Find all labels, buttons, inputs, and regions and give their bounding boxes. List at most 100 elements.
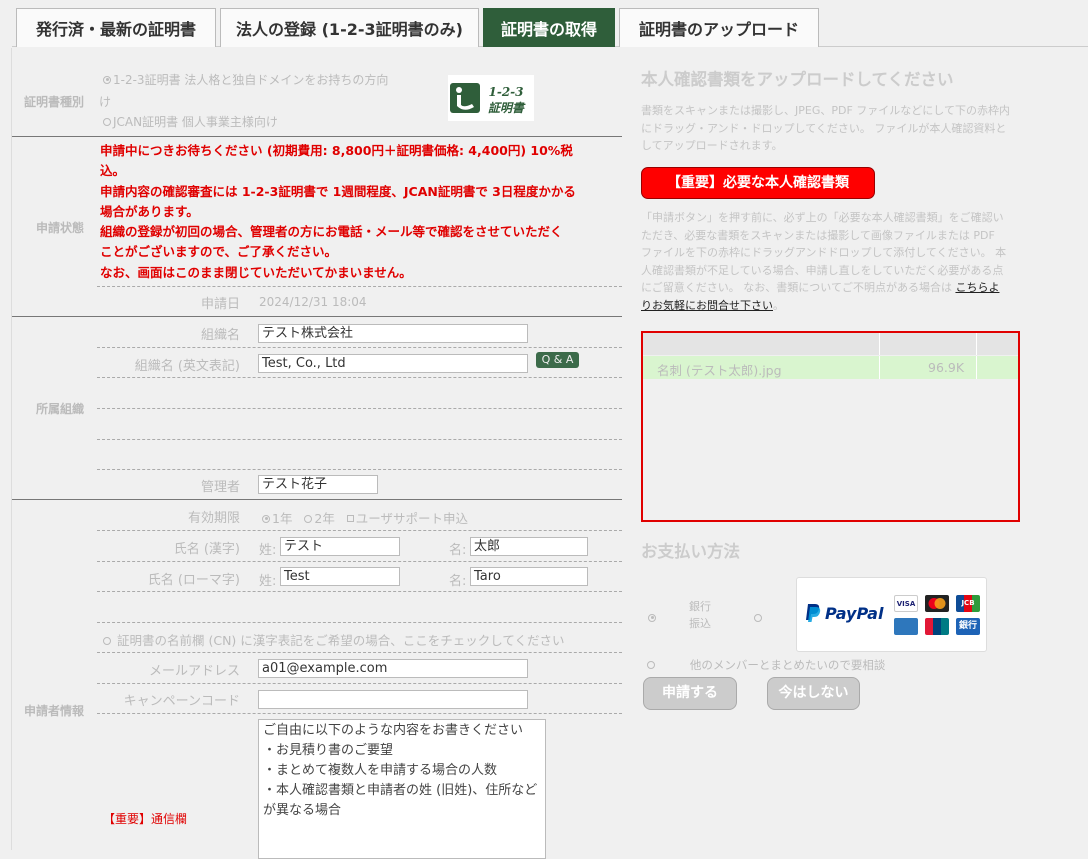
- separator: [97, 683, 622, 684]
- separator: [12, 499, 622, 500]
- mastercard-logo-icon: [928, 598, 946, 609]
- org-name-en-label: 組織名 (英文表記): [134, 359, 240, 374]
- consult-option[interactable]: 他のメンバーとまとめたいので要相談: [647, 657, 885, 673]
- tab-issued-certificates[interactable]: 発行済・最新の証明書: [16, 8, 216, 47]
- separator: [97, 530, 622, 531]
- separator: [97, 652, 622, 653]
- admin-field[interactable]: テスト花子: [258, 475, 378, 494]
- apply-button[interactable]: 申請する: [643, 677, 737, 710]
- upload-note: 「申請ボタン」を押す前に、必ず上の「必要な本人確認書類」をご確認い ただき、必要…: [641, 209, 1026, 314]
- tab-corporate-registration[interactable]: 法人の登録 (1-2-3証明書のみ): [220, 8, 479, 47]
- upload-desc-line: してアップロードされます。: [641, 139, 783, 152]
- sei-roman-field[interactable]: Test: [280, 567, 400, 586]
- not-now-button[interactable]: 今はしない: [767, 677, 860, 710]
- upload-note-line: にご留意ください。 なお、書類についてご不明点がある場合は こちらよ: [641, 279, 1026, 297]
- status-line: 申請中につきお待ちください (初期費用: 8,800円＋証明書価格: 4,400…: [100, 143, 573, 158]
- consult-option-label: 他のメンバーとまとめたいので要相談: [689, 658, 886, 672]
- amex-icon: [894, 618, 918, 635]
- radio-consult[interactable]: [647, 660, 655, 669]
- cert-type-option-jcan-label: JCAN証明書 個人事業主様向け: [113, 115, 278, 129]
- bank-label-line: 振込: [689, 617, 711, 630]
- email-field[interactable]: a01@example.com: [258, 659, 528, 678]
- org-name-en-field[interactable]: Test, Co., Ltd: [258, 354, 528, 373]
- mei-roman-label: 名:: [449, 574, 467, 589]
- name-roman-label: 氏名 (ローマ字): [147, 573, 240, 588]
- user-support-option[interactable]: ユーザサポート申込: [346, 511, 468, 526]
- separator: [97, 561, 622, 562]
- logo-text-123: 1-2-3: [488, 85, 523, 99]
- upload-description: 書類をスキャンまたは撮影し、JPEG、PDF ファイルなどにして下の赤枠内 にド…: [641, 102, 1021, 155]
- notes-textarea[interactable]: ご自由に以下のような内容をお書きください ・お見積り書のご要望 ・まとめて複数人…: [258, 719, 546, 859]
- validity-1year[interactable]: 1年: [262, 511, 292, 526]
- column-divider: [976, 356, 977, 379]
- paypal-radio[interactable]: [754, 611, 764, 625]
- mei-kanji-field[interactable]: 太郎: [470, 537, 588, 556]
- left-margin-strip: [0, 48, 12, 850]
- bank-transfer-radio[interactable]: [648, 611, 658, 625]
- paypal-option[interactable]: PayPal VISA JCB 銀行: [796, 577, 987, 652]
- separator: [97, 286, 622, 287]
- contact-link-cont[interactable]: りお気軽にお問合せ下さい: [641, 299, 773, 312]
- apply-date-value: 2024/12/31 18:04: [259, 295, 367, 309]
- file-size: 96.9K: [928, 360, 965, 375]
- upload-note-line: ただき、必要な書類をスキャンまたは撮影して画像ファイルまたは PDF: [641, 228, 995, 242]
- status-line: 組織の登録が初回の場合、管理者の方にお電話・メール等で確認をさせていただく: [100, 224, 563, 240]
- upload-heading: 本人確認書類をアップロードしてください: [641, 70, 954, 89]
- contact-link[interactable]: こちらよ: [955, 281, 999, 294]
- cert-type-option-jcan[interactable]: JCAN証明書 個人事業主様向け: [103, 113, 278, 130]
- separator: [97, 439, 622, 440]
- jcb-icon: JCB: [956, 595, 980, 612]
- radio-paypal[interactable]: [754, 613, 762, 622]
- separator: [97, 622, 622, 623]
- cert-type-option-123[interactable]: 1-2-3証明書 法人格と独自ドメインをお持ちの方向: [103, 71, 388, 88]
- validity-2year[interactable]: 2年: [304, 511, 335, 526]
- validity-2year-label: 2年: [314, 511, 335, 526]
- 123-cert-logo: 1-2-3 証明書: [448, 75, 534, 121]
- org-name-label: 組織名: [200, 328, 240, 343]
- separator: [97, 408, 622, 409]
- column-divider: [879, 356, 880, 379]
- separator: [97, 713, 622, 714]
- file-table-header: [643, 333, 1018, 355]
- file-row[interactable]: 名刺 (テスト太郎).jpg 96.9K: [643, 356, 1018, 379]
- radio-2year[interactable]: [304, 514, 313, 523]
- separator: [97, 377, 622, 378]
- separator: [97, 469, 622, 470]
- user-support-checkbox[interactable]: [346, 515, 354, 522]
- admin-label: 管理者: [200, 480, 240, 495]
- sei-kanji-label: 姓:: [259, 543, 277, 558]
- logo-text-cert: 証明書: [488, 101, 526, 115]
- radio-1year[interactable]: [262, 514, 270, 523]
- cert-type-label: 証明書種別: [24, 95, 85, 109]
- sei-kanji-field[interactable]: テスト: [280, 537, 400, 556]
- tab-get-certificate[interactable]: 証明書の取得: [483, 8, 615, 47]
- cert-type-option-123-label: 1-2-3証明書 法人格と独自ドメインをお持ちの方向: [113, 73, 389, 87]
- 123-cert-logo-icon: 1-2-3 証明書: [450, 83, 526, 115]
- cn-kanji-option[interactable]: 証明書の名前欄 (CN) に漢字表記をご希望の場合、ここをチェックしてください: [103, 630, 565, 649]
- upload-note-line: ファイルを下の赤枠にドラッグアンドドロップして添付してください。 本: [641, 246, 1007, 259]
- tab-upload-certificate[interactable]: 証明書のアップロード: [619, 8, 819, 47]
- status-label: 申請状態: [36, 221, 85, 235]
- radio-123-cert[interactable]: [103, 75, 111, 84]
- status-line: 込。: [100, 163, 126, 179]
- tab-bar: 発行済・最新の証明書 法人の登録 (1-2-3証明書のみ) 証明書の取得 証明書…: [0, 0, 1088, 48]
- separator: [97, 347, 622, 348]
- status-line: 場合があります。: [100, 203, 199, 219]
- radio-bank[interactable]: [648, 613, 656, 622]
- upload-note-tail: 。: [773, 298, 784, 312]
- org-name-field[interactable]: テスト株式会社: [258, 324, 528, 343]
- status-line: ことがございますので、ご了承ください。: [100, 244, 338, 260]
- bank-label-line: 銀行: [689, 600, 711, 613]
- bank-transfer-label: 銀行 振込: [689, 598, 711, 632]
- required-documents-button[interactable]: 【重要】必要な本人確認書類: [641, 167, 875, 199]
- qa-button[interactable]: Q & A: [536, 352, 579, 368]
- mei-kanji-label: 名:: [449, 543, 467, 558]
- upload-dropzone[interactable]: 名刺 (テスト太郎).jpg 96.9K: [641, 331, 1020, 522]
- separator: [97, 591, 622, 592]
- radio-jcan-cert[interactable]: [103, 117, 111, 126]
- cn-kanji-checkbox[interactable]: [103, 636, 111, 645]
- email-label: メールアドレス: [148, 664, 240, 679]
- campaign-code-field[interactable]: [258, 690, 528, 709]
- payment-heading: お支払い方法: [641, 542, 740, 561]
- mei-roman-field[interactable]: Taro: [470, 567, 588, 586]
